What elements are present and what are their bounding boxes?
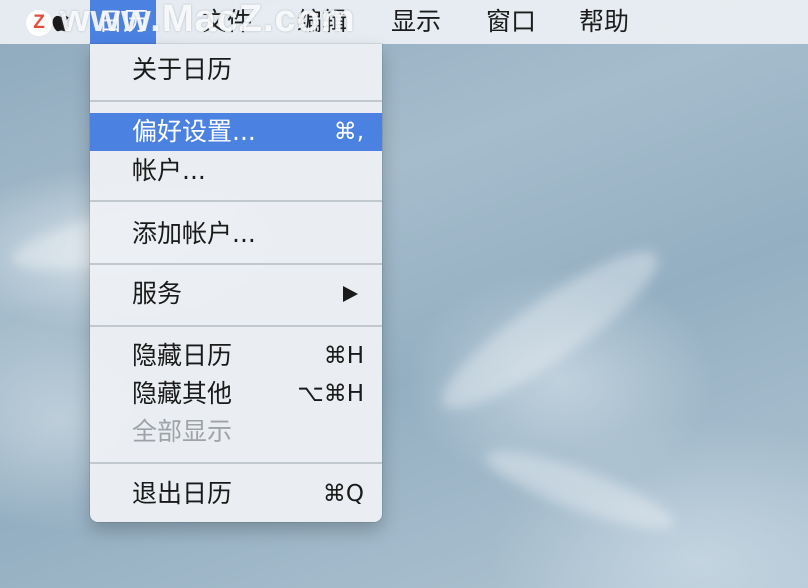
calendar-dropdown-menu: 关于日历 偏好设置... ⌘, 帐户... 添加帐户... 服务 隐藏日历 ⌘H… bbox=[90, 44, 382, 522]
menu-item-services[interactable]: 服务 bbox=[90, 275, 382, 313]
menu-item-accounts[interactable]: 帐户... bbox=[90, 152, 382, 190]
menu-item-quit[interactable]: 退出日历 ⌘Q bbox=[90, 475, 382, 513]
menu-separator bbox=[90, 200, 382, 202]
menu-item-shortcut: ⌥⌘H bbox=[297, 381, 364, 407]
wallpaper-streak bbox=[426, 230, 674, 430]
menu-separator bbox=[90, 325, 382, 327]
menu-item-label: 偏好设置... bbox=[132, 117, 256, 146]
menu-item-show-all: 全部显示 bbox=[90, 413, 382, 451]
menu-item-label: 帐户... bbox=[132, 156, 206, 185]
apple-menu-icon[interactable] bbox=[50, 6, 74, 36]
menu-item-label: 隐藏日历 bbox=[132, 341, 233, 370]
menu-item-label: 服务 bbox=[132, 279, 183, 308]
menu-item-add-account[interactable]: 添加帐户... bbox=[90, 215, 382, 253]
menu-view[interactable]: 显示 bbox=[383, 0, 449, 44]
wallpaper-streak bbox=[479, 437, 681, 543]
menu-item-label: 全部显示 bbox=[132, 417, 233, 446]
menu-item-shortcut: ⌘H bbox=[323, 343, 364, 369]
menu-item-shortcut: ⌘, bbox=[333, 119, 364, 145]
menu-item-preferences[interactable]: 偏好设置... ⌘, bbox=[90, 113, 382, 151]
menu-separator bbox=[90, 100, 382, 102]
menu-item-about[interactable]: 关于日历 bbox=[90, 51, 382, 89]
menu-item-label: 关于日历 bbox=[132, 55, 233, 84]
menu-file[interactable]: 文件 bbox=[194, 0, 260, 44]
menu-calendar[interactable]: 日历 bbox=[90, 0, 157, 44]
menu-window[interactable]: 窗口 bbox=[478, 0, 544, 44]
menu-edit[interactable]: 编辑 bbox=[289, 0, 355, 44]
menu-item-label: 退出日历 bbox=[132, 479, 233, 508]
menu-separator bbox=[90, 462, 382, 464]
menu-item-hide-calendar[interactable]: 隐藏日历 ⌘H bbox=[90, 337, 382, 375]
menu-separator bbox=[90, 263, 382, 265]
menu-item-shortcut: ⌘Q bbox=[322, 481, 364, 507]
menu-item-hide-others[interactable]: 隐藏其他 ⌥⌘H bbox=[90, 375, 382, 413]
site-logo-icon: Z bbox=[26, 10, 52, 36]
menu-bar: Z 日历 文件 编辑 显示 窗口 帮助 www.MacZ.com bbox=[0, 0, 808, 44]
menu-item-label: 隐藏其他 bbox=[132, 379, 233, 408]
menu-help[interactable]: 帮助 bbox=[571, 0, 637, 44]
submenu-arrow-icon bbox=[343, 286, 358, 302]
menu-item-label: 添加帐户... bbox=[132, 219, 256, 248]
